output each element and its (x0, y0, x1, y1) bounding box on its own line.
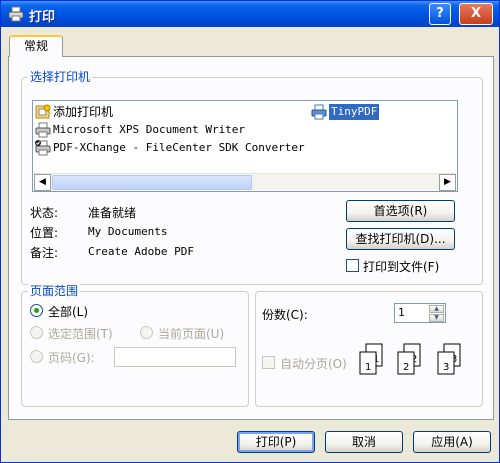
find-printer-button[interactable]: 查找打印机(D)... (346, 228, 455, 250)
window-title: 打印 (29, 10, 56, 25)
page-range-pages-input[interactable] (114, 347, 236, 367)
title-bar[interactable]: 打印 ? X (1, 1, 499, 27)
help-button[interactable]: ? (429, 3, 451, 25)
copies-stepper[interactable]: 1 ▲ ▼ (394, 303, 446, 323)
status-label: 状态: (30, 206, 59, 220)
collate-illustration: 1 1 2 2 3 3 (358, 342, 470, 382)
printer-item-label: 添加打印机 (53, 105, 114, 119)
printer-icon (311, 104, 327, 120)
copies-group: 份数(C): 1 ▲ ▼ 自动分页(O) 1 1 (255, 291, 483, 407)
page-range-current-radio[interactable] (140, 326, 153, 339)
copies-down-button[interactable]: ▼ (429, 314, 444, 322)
page-range-current-label[interactable]: 当前页面(U) (158, 325, 224, 342)
status-value: 准备就绪 (88, 206, 137, 220)
page-range-pages-label[interactable]: 页码(G): (48, 349, 95, 366)
printer-item-label: TinyPDF (329, 104, 380, 120)
copies-value: 1 (398, 306, 405, 319)
printer-item-label: PDF-XChange - FileCenter SDK Converter (53, 141, 305, 154)
page-range-selection-label[interactable]: 选定范围(T) (48, 325, 113, 342)
printer-item-label: Microsoft XPS Document Writer (53, 123, 246, 136)
printer-group-legend: 选择打印机 (28, 70, 93, 84)
horizontal-scrollbar[interactable]: ◀ ▶ (34, 173, 456, 191)
print-button[interactable]: 打印(P) (237, 431, 315, 453)
preferences-button[interactable]: 首选项(R) (346, 200, 455, 222)
collate-checkbox[interactable] (262, 356, 275, 369)
location-value: My Documents (88, 225, 168, 238)
scroll-left-button[interactable]: ◀ (34, 174, 51, 191)
apply-button[interactable]: 应用(A) (413, 431, 491, 453)
page-range-all-label[interactable]: 全部(L) (48, 303, 88, 320)
printer-icon (8, 6, 24, 22)
printer-list[interactable]: 添加打印机 TinyPDF Microsoft XPS Document Wri… (32, 100, 458, 192)
copies-input[interactable]: 1 ▲ ▼ (394, 303, 446, 323)
print-to-file-label[interactable]: 打印到文件(F) (363, 258, 439, 275)
print-to-file-checkbox[interactable] (346, 259, 359, 272)
tab-panel-general: 选择打印机 添加打印机 TinyPDF Microsoft XPS Docume… (8, 56, 494, 420)
close-button[interactable]: X (459, 3, 493, 25)
collate-page-label: 2 (403, 362, 409, 373)
collate-page-label: 1 (365, 362, 371, 373)
printer-icon (35, 122, 51, 138)
page-range-selection-radio[interactable] (30, 326, 43, 339)
scroll-right-button[interactable]: ▶ (439, 174, 456, 191)
copies-up-button[interactable]: ▲ (429, 305, 444, 313)
page-range-pages-radio[interactable] (30, 350, 43, 363)
add-printer-icon (35, 104, 51, 120)
tab-general[interactable]: 常规 (9, 35, 63, 57)
page-range-group: 页面范围 全部(L) 选定范围(T) 当前页面(U) 页码(G): (21, 284, 249, 407)
printer-group: 选择打印机 添加打印机 TinyPDF Microsoft XPS Docume… (21, 70, 483, 285)
scroll-thumb[interactable] (52, 175, 252, 190)
page-range-all-radio[interactable] (30, 304, 43, 317)
collate-page-label: 3 (443, 362, 449, 373)
copies-label: 份数(C): (262, 308, 308, 322)
collate-label[interactable]: 自动分页(O) (280, 355, 347, 372)
comment-label: 备注: (30, 246, 59, 260)
location-label: 位置: (30, 226, 59, 240)
comment-value: Create Adobe PDF (88, 245, 194, 258)
radio-selected-dot (34, 308, 39, 313)
cancel-button[interactable]: 取消 (325, 431, 403, 453)
page-range-legend: 页面范围 (28, 284, 81, 298)
collate-pages-icon: 1 1 2 2 3 3 (359, 343, 461, 375)
print-dialog: 打印 ? X 常规 选择打印机 添加打印机 TinyPDF Microsoft … (0, 0, 500, 463)
default-printer-icon (35, 140, 51, 156)
